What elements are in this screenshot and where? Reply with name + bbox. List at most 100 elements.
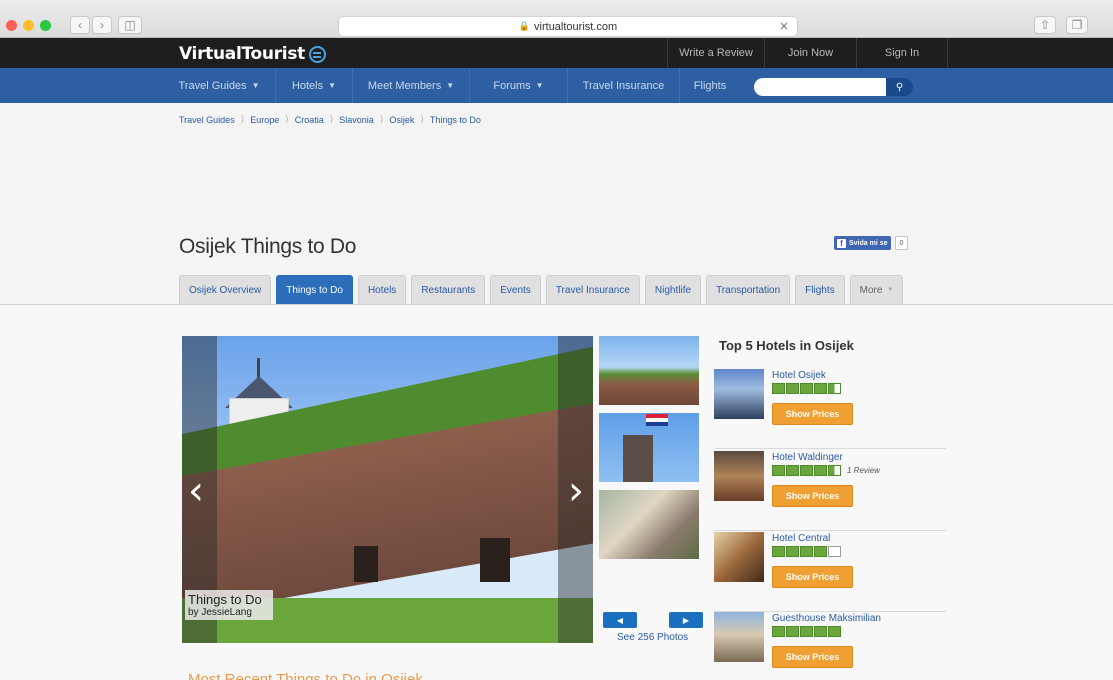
breadcrumb-item[interactable]: Croatia: [295, 115, 324, 125]
page-title: Osijek Things to Do: [179, 235, 357, 258]
caret-down-icon: ▼: [535, 81, 544, 90]
rating-star-icon: [814, 383, 827, 394]
show-prices-button[interactable]: Show Prices: [772, 566, 853, 588]
rating-star-icon: [772, 383, 785, 394]
show-prices-button[interactable]: Show Prices: [772, 485, 853, 507]
hotel-name-link[interactable]: Guesthouse Maksimilian: [772, 613, 881, 624]
facebook-like-button[interactable]: f Svida mi se: [834, 236, 891, 250]
hotel-name-link[interactable]: Hotel Waldinger: [772, 452, 843, 463]
tab-hotels[interactable]: Hotels: [357, 275, 407, 304]
nav-forums[interactable]: Forums ▼: [470, 68, 568, 103]
rating-star-icon: [800, 626, 813, 637]
sign-in-link[interactable]: Sign In: [856, 38, 948, 68]
address-bar[interactable]: 🔒 virtualtourist.com: [338, 16, 798, 37]
search-icon[interactable]: ⚲: [886, 78, 913, 96]
caret-down-icon: ▼: [446, 81, 455, 90]
nav-flights[interactable]: Flights: [680, 68, 740, 103]
prev-photos-button[interactable]: ◀: [603, 612, 637, 628]
tab-flights[interactable]: Flights: [795, 275, 845, 304]
hotel-name-link[interactable]: Hotel Central: [772, 533, 830, 544]
breadcrumb-item[interactable]: Osijek: [389, 115, 414, 125]
hotel-card: Hotel Central Show Prices: [714, 532, 946, 612]
close-window-button[interactable]: [6, 20, 17, 31]
breadcrumb-item[interactable]: Travel Guides: [179, 115, 235, 125]
section-tabs: Osijek Overview Things to Do Hotels Rest…: [179, 275, 904, 304]
nav-meet-members[interactable]: Meet Members ▼: [353, 68, 470, 103]
chevron-right-icon[interactable]: ›: [568, 471, 584, 511]
sidebar-toggle-icon[interactable]: ◫: [118, 16, 142, 34]
rating-star-icon: [786, 626, 799, 637]
photo-thumbnail[interactable]: [599, 413, 699, 482]
hotel-photo[interactable]: [714, 451, 764, 501]
see-all-photos-link[interactable]: See 256 Photos: [617, 632, 688, 643]
chevron-left-icon[interactable]: ‹: [188, 471, 204, 511]
rating-star-icon: [814, 626, 827, 637]
hotel-review-count[interactable]: 1 Review: [847, 466, 880, 475]
rating-star-icon: [828, 626, 841, 637]
breadcrumb-item[interactable]: Europe: [250, 115, 279, 125]
thumb-flag: [646, 414, 668, 426]
search-input[interactable]: [754, 78, 887, 96]
hotel-card: Guesthouse Maksimilian Show Prices: [714, 612, 946, 680]
photo-thumbnail[interactable]: [599, 490, 699, 559]
back-button[interactable]: ‹: [70, 16, 90, 34]
photo-thumbnail[interactable]: [599, 336, 699, 405]
breadcrumb-item[interactable]: Things to Do: [430, 115, 481, 125]
rating-star-empty-icon: [828, 546, 841, 557]
facebook-icon: f: [837, 238, 846, 248]
hotel-rating: [772, 546, 841, 557]
hotel-photo[interactable]: [714, 612, 764, 662]
breadcrumb-separator-icon: ⟩: [379, 114, 384, 124]
main-nav-items: Travel Guides ▼ Hotels ▼ Meet Members ▼ For…: [163, 68, 740, 103]
photo-caption: Things to Do by JessieLang: [185, 590, 273, 620]
tab-restaurants[interactable]: Restaurants: [411, 275, 486, 304]
share-icon[interactable]: ⇧: [1034, 16, 1056, 34]
hotel-photo[interactable]: [714, 369, 764, 419]
breadcrumb-separator-icon: ⟩: [240, 114, 245, 124]
rating-star-icon: [772, 626, 785, 637]
show-prices-button[interactable]: Show Prices: [772, 646, 853, 668]
rating-star-icon: [786, 465, 799, 476]
join-now-link[interactable]: Join Now: [764, 38, 856, 68]
breadcrumb: Travel Guides ⟩ Europe ⟩ Croatia ⟩ Slavonia…: [179, 114, 481, 125]
nav-travel-guides[interactable]: Travel Guides ▼: [163, 68, 276, 103]
account-links: Write a Review Join Now Sign In: [667, 38, 948, 68]
rating-star-icon: [814, 546, 827, 557]
browser-toolbar: ‹ › ◫ 🔒 virtualtourist.com × ⇧ ❐: [0, 0, 1113, 38]
rating-star-icon: [800, 546, 813, 557]
breadcrumb-item[interactable]: Slavonia: [339, 115, 374, 125]
hotel-name-link[interactable]: Hotel Osijek: [772, 370, 826, 381]
nav-hotels[interactable]: Hotels ▼: [276, 68, 353, 103]
rating-star-icon: [786, 546, 799, 557]
nav-label: Flights: [693, 79, 727, 92]
next-photos-button[interactable]: ▶: [669, 612, 703, 628]
tab-more[interactable]: More ▼: [849, 275, 904, 304]
write-review-link[interactable]: Write a Review: [667, 38, 764, 68]
site-logo[interactable]: VirtualTourist: [179, 44, 326, 64]
caret-down-icon: ▼: [328, 81, 337, 90]
tabs-overview-icon[interactable]: ❐: [1066, 16, 1088, 34]
tab-travel-insurance[interactable]: Travel Insurance: [545, 275, 640, 304]
nav-travel-insurance[interactable]: Travel Insurance: [568, 68, 680, 103]
hotel-rating: [772, 626, 841, 637]
close-icon[interactable]: ×: [776, 16, 792, 37]
hotel-photo[interactable]: [714, 532, 764, 582]
tab-things-to-do[interactable]: Things to Do: [276, 275, 353, 304]
rating-star-half-icon: [828, 383, 841, 394]
facebook-like: f Svida mi se 0: [834, 236, 909, 250]
minimize-window-button[interactable]: [23, 20, 34, 31]
hotel-rating: [772, 383, 841, 394]
hotel-card: Hotel Osijek Show Prices: [714, 369, 946, 449]
tab-osijek-overview[interactable]: Osijek Overview: [179, 275, 272, 304]
show-prices-button[interactable]: Show Prices: [772, 403, 853, 425]
photo-window: [480, 538, 510, 582]
tab-events[interactable]: Events: [490, 275, 541, 304]
forward-button[interactable]: ›: [92, 16, 112, 34]
top-hotels-title: Top 5 Hotels in Osijek: [719, 338, 854, 353]
rating-star-icon: [772, 546, 785, 557]
tab-nightlife[interactable]: Nightlife: [644, 275, 702, 304]
nav-label: Forums: [493, 79, 531, 92]
tab-transportation[interactable]: Transportation: [706, 275, 791, 304]
zoom-window-button[interactable]: [40, 20, 51, 31]
rating-star-icon: [772, 465, 785, 476]
